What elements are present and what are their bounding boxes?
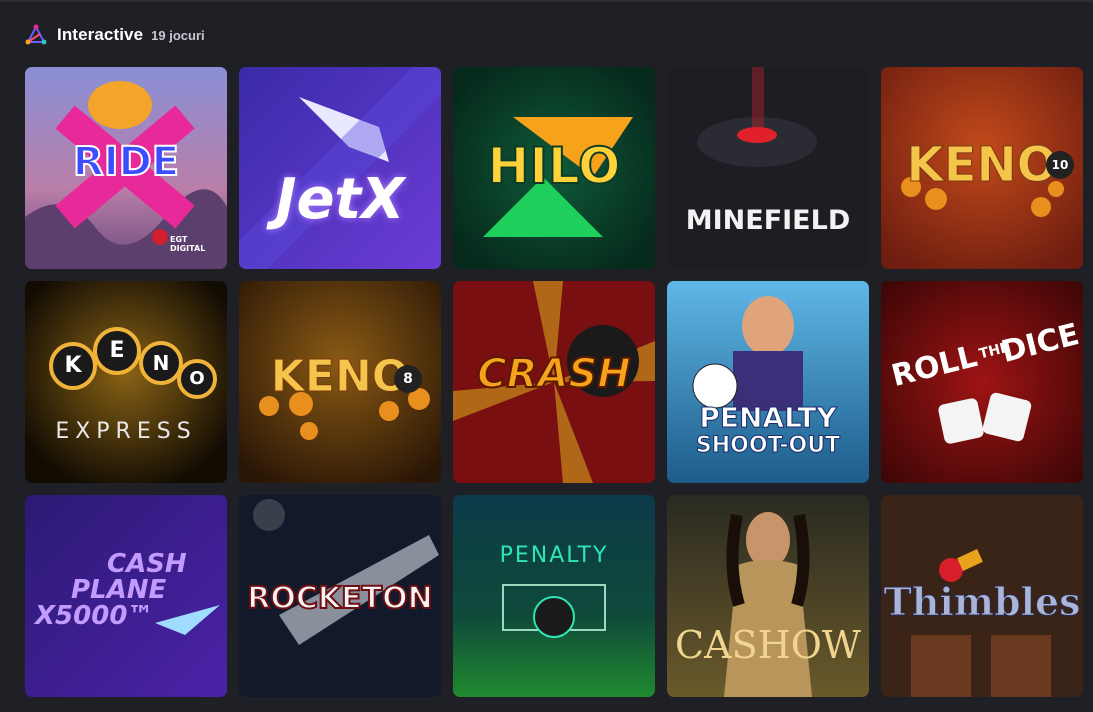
- thimbles-title: Thimbles: [883, 579, 1081, 625]
- keno-letter-e: E: [109, 338, 125, 363]
- top-divider: [0, 0, 1093, 2]
- prism-icon: [25, 24, 47, 45]
- penalty-shootout-title: PENALTY: [699, 401, 837, 435]
- game-tile-penalty-shootout[interactable]: PENALTY SHOOT-OUT: [667, 281, 869, 483]
- penalty-shootout-subtitle: SHOOT-OUT: [695, 433, 841, 459]
- game-tile-roll-the-dice[interactable]: ROLL THE DICE: [881, 281, 1083, 483]
- keno8-number: 8: [394, 365, 422, 393]
- game-tile-cash-plane[interactable]: CASH PLANE X5000™: [25, 495, 227, 697]
- keno-express-subtitle: EXPRESS: [55, 419, 197, 444]
- cashow-title: CASHOW: [675, 623, 861, 667]
- minefield-artwork: [667, 67, 869, 269]
- section-header: Interactive 19 jocuri: [24, 22, 205, 48]
- game-tile-minefield[interactable]: MINEFIELD: [667, 67, 869, 269]
- game-tile-keno10[interactable]: KENO 10: [881, 67, 1083, 269]
- jetx-title: JetX: [275, 167, 405, 232]
- minefield-title: MINEFIELD: [685, 205, 851, 236]
- keno-letter-n: N: [152, 351, 170, 375]
- keno10-number: 10: [1046, 151, 1074, 179]
- game-tile-hilo[interactable]: HILO: [453, 67, 655, 269]
- rocketon-title: ROCKETON: [246, 580, 433, 617]
- keno-letter-o: O: [189, 368, 205, 389]
- game-tile-cashow[interactable]: CASHOW: [667, 495, 869, 697]
- keno-letter-k: K: [64, 353, 82, 378]
- game-tile-jetx[interactable]: JetX: [239, 67, 441, 269]
- game-tile-thimbles[interactable]: Thimbles: [881, 495, 1083, 697]
- game-tile-penalty[interactable]: PENALTY: [453, 495, 655, 697]
- penalty-title: PENALTY: [499, 543, 609, 568]
- ride-title: RIDE: [72, 138, 180, 186]
- game-tile-ride[interactable]: RIDE EGT DIGITAL: [25, 67, 227, 269]
- ride-badge: EGT DIGITAL: [170, 235, 206, 253]
- hilo-title: HILO: [486, 136, 621, 196]
- game-tile-rocketon[interactable]: ROCKETON: [239, 495, 441, 697]
- game-tile-keno8[interactable]: KENO 8: [239, 281, 441, 483]
- section-title: Interactive: [57, 25, 144, 44]
- game-count: 19 jocuri: [151, 28, 205, 43]
- crash-title: CRASH: [476, 350, 631, 398]
- penalty-artwork: [453, 495, 655, 697]
- game-tile-keno-express[interactable]: K E N O EXPRESS: [25, 281, 227, 483]
- cash-plane-line3: X5000™: [35, 601, 154, 631]
- games-grid: RIDE EGT DIGITAL JetX HILO MINEFIELD KEN…: [25, 67, 1083, 697]
- game-tile-crash[interactable]: CRASH: [453, 281, 655, 483]
